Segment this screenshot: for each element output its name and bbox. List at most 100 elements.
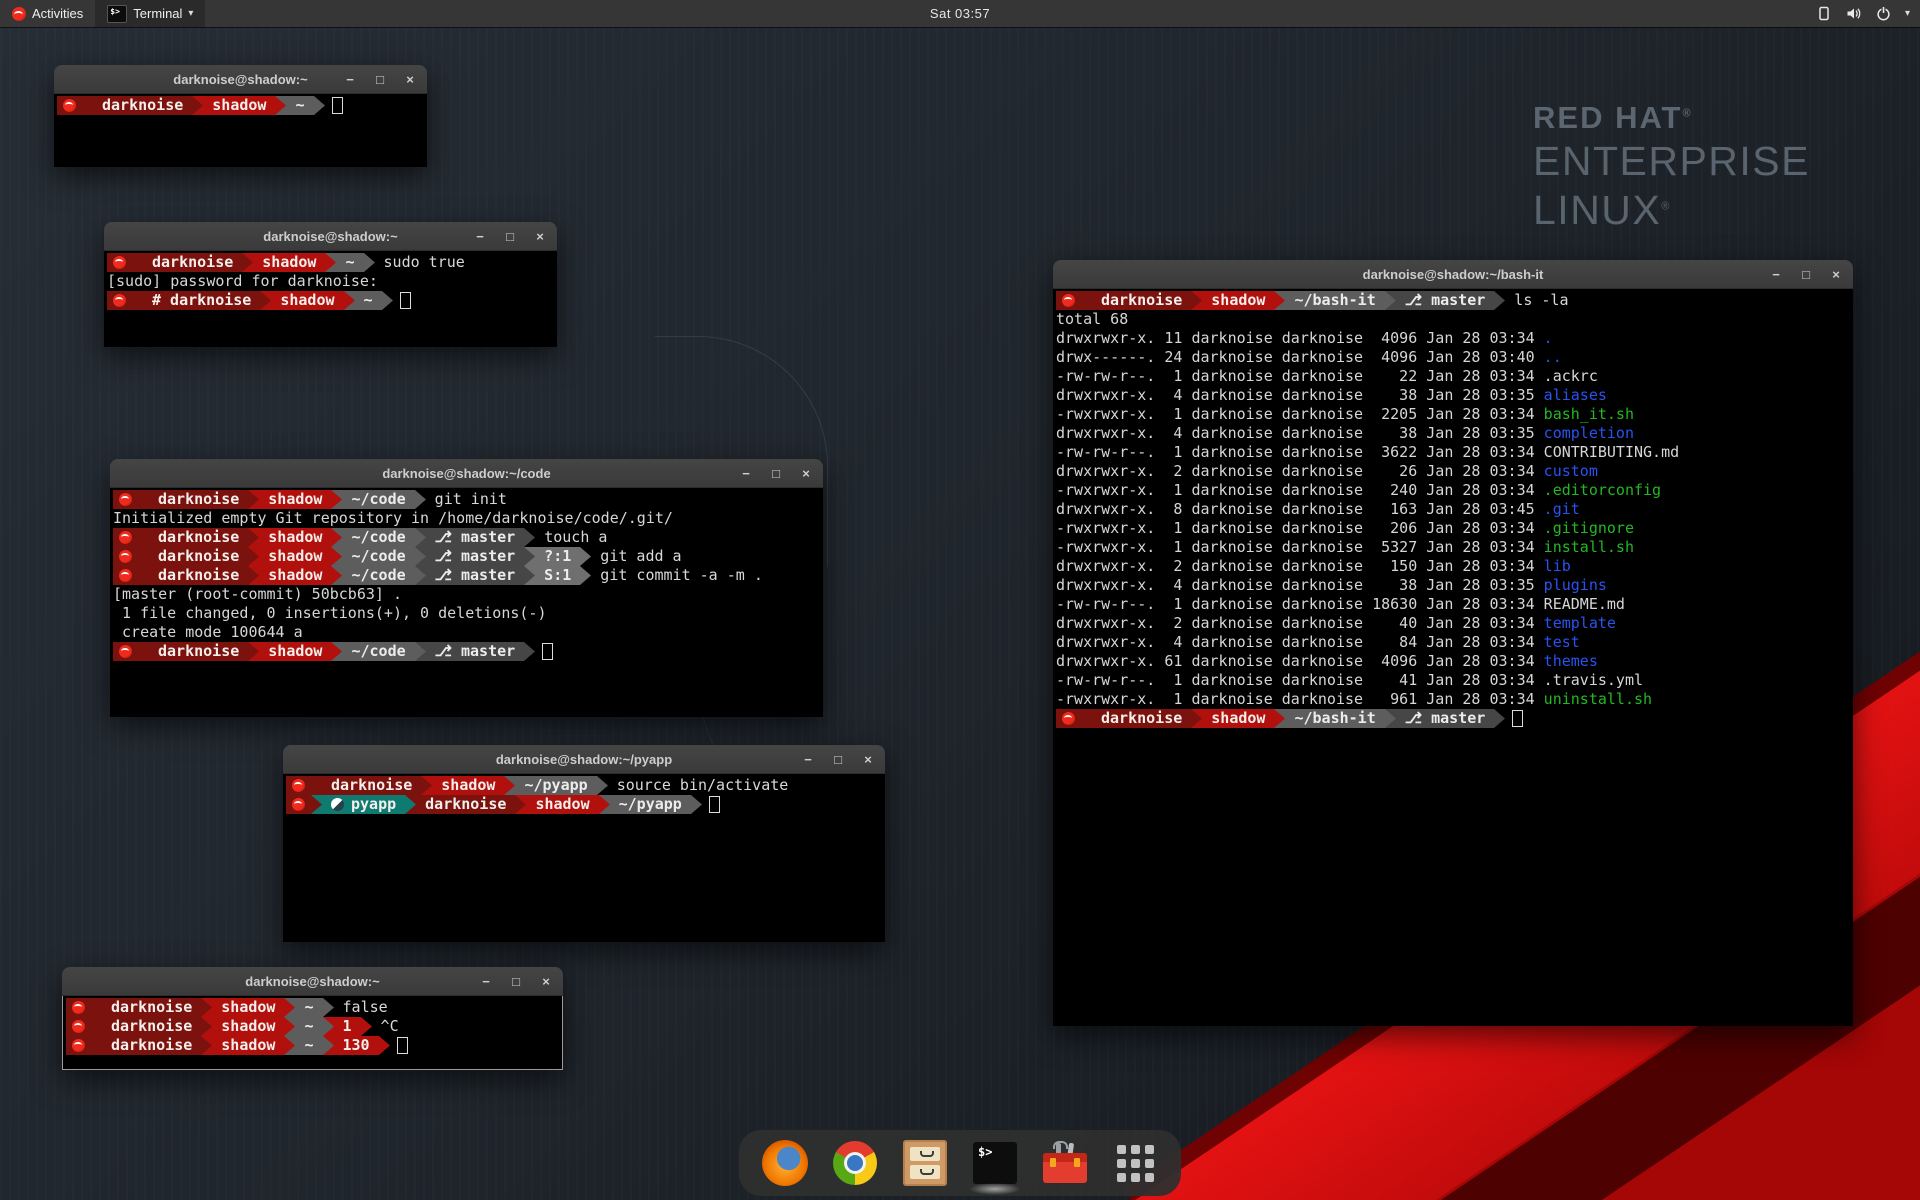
close-button[interactable]: × <box>861 753 875 766</box>
minimize-button[interactable]: − <box>739 467 753 480</box>
maximize-button[interactable]: □ <box>509 975 523 988</box>
powerline-separator <box>382 291 393 310</box>
battery-icon[interactable] <box>1815 5 1832 22</box>
file-name: .editorconfig <box>1544 481 1661 500</box>
powerline-separator <box>311 776 322 795</box>
file-name: .. <box>1544 348 1562 367</box>
terminal-content[interactable]: darknoiseshadow~/code git initInitialize… <box>110 488 823 717</box>
close-button[interactable]: × <box>403 73 417 86</box>
rhel-logo-line2: ENTERPRISE <box>1533 138 1810 185</box>
prompt-segment: darknoise <box>102 998 201 1017</box>
output-text: -rwxrwxr-x. 1 darknoise darknoise 5327 J… <box>1056 538 1544 557</box>
powerline-separator <box>361 1017 372 1036</box>
cursor <box>709 796 720 813</box>
minimize-button[interactable]: − <box>479 975 493 988</box>
terminal-line: pyappdarknoiseshadow~/pyapp <box>286 795 885 814</box>
titlebar[interactable]: darknoise@shadow:~/code − □ × <box>110 459 823 488</box>
prompt-segment: shadow <box>259 490 331 509</box>
prompt-segment: darknoise <box>416 795 515 814</box>
caret-down-icon: ▾ <box>188 8 193 19</box>
maximize-button[interactable]: □ <box>769 467 783 480</box>
minimize-button[interactable]: − <box>1769 268 1783 281</box>
terminal-line: drwxrwxr-x. 4 darknoise darknoise 38 Jan… <box>1056 424 1853 443</box>
dock-item-terminal[interactable]: $> <box>971 1139 1019 1187</box>
terminal-content[interactable]: darknoiseshadow~ sudo true[sudo] passwor… <box>104 251 557 347</box>
dock: $> <box>739 1130 1181 1196</box>
redhat-icon <box>1062 712 1075 725</box>
titlebar[interactable]: darknoise@shadow:~/pyapp − □ × <box>283 745 885 774</box>
output-text: drwxrwxr-x. 2 darknoise darknoise 26 Jan… <box>1056 462 1544 481</box>
dock-item-toolbox[interactable] <box>1041 1139 1089 1187</box>
dock-item-app-grid[interactable] <box>1111 1139 1159 1187</box>
maximize-button[interactable]: □ <box>831 753 845 766</box>
maximize-button[interactable]: □ <box>373 73 387 86</box>
powerline-separator <box>331 566 342 585</box>
minimize-button[interactable]: − <box>473 230 487 243</box>
terminal-line: [sudo] password for darknoise: <box>107 272 557 291</box>
file-name: bash_it.sh <box>1544 405 1634 424</box>
titlebar[interactable]: darknoise@shadow:~ − □ × <box>62 967 563 996</box>
dock-item-chrome[interactable] <box>831 1139 879 1187</box>
powerline-separator <box>415 642 426 661</box>
output-text: drwxrwxr-x. 4 darknoise darknoise 38 Jan… <box>1056 386 1544 405</box>
output-text: -rwxrwxr-x. 1 darknoise darknoise 961 Ja… <box>1056 690 1544 709</box>
redhat-icon <box>119 550 132 563</box>
minimize-button[interactable]: − <box>801 753 815 766</box>
prompt-segment: darknoise <box>93 96 192 115</box>
terminal-content[interactable]: darknoiseshadow~ <box>54 94 427 167</box>
prompt-segment: ~/bash-it <box>1285 709 1384 728</box>
volume-icon[interactable] <box>1845 5 1862 22</box>
prompt-segment: shadow <box>212 998 284 1017</box>
prompt-segment: ~/code <box>342 490 414 509</box>
command-text: ^C <box>372 1017 399 1036</box>
close-button[interactable]: × <box>539 975 553 988</box>
prompt-segment: ?:1 <box>535 547 580 566</box>
minimize-button[interactable]: − <box>343 73 357 86</box>
top-bar: Activities $> Terminal ▾ Sat 03:57 ▾ <box>0 0 1920 27</box>
clock[interactable]: Sat 03:57 <box>930 6 990 21</box>
close-button[interactable]: × <box>799 467 813 480</box>
prompt-segment: ~/code <box>342 642 414 661</box>
close-button[interactable]: × <box>1829 268 1843 281</box>
prompt-segment: # darknoise <box>143 291 260 310</box>
cursor <box>542 643 553 660</box>
redhat-icon <box>292 798 305 811</box>
close-button[interactable]: × <box>533 230 547 243</box>
output-text: -rw-rw-r--. 1 darknoise darknoise 41 Jan… <box>1056 671 1544 690</box>
activities-button[interactable]: Activities <box>0 0 95 27</box>
terminal-content[interactable]: darknoiseshadow~/bash-it⎇ master ls -lat… <box>1053 289 1853 1026</box>
prompt-segment: ~/bash-it <box>1285 291 1384 310</box>
file-name: test <box>1544 633 1580 652</box>
app-menu-terminal[interactable]: $> Terminal ▾ <box>95 0 205 27</box>
dock-item-firefox[interactable] <box>761 1139 809 1187</box>
maximize-button[interactable]: □ <box>1799 268 1813 281</box>
caret-down-icon[interactable]: ▾ <box>1905 8 1910 19</box>
terminal-icon: $> <box>973 1142 1017 1184</box>
prompt-segment <box>113 490 138 509</box>
powerline-separator <box>415 490 426 509</box>
powerline-separator <box>580 547 591 566</box>
output-text: drwx------. 24 darknoise darknoise 4096 … <box>1056 348 1544 367</box>
titlebar[interactable]: darknoise@shadow:~ − □ × <box>104 222 557 251</box>
terminal-line: create mode 100644 a <box>113 623 823 642</box>
terminal-line: darknoiseshadow~ false <box>66 998 562 1017</box>
titlebar[interactable]: darknoise@shadow:~/bash-it − □ × <box>1053 260 1853 289</box>
power-icon[interactable] <box>1875 5 1892 22</box>
prompt-segment: ⎇ master <box>426 547 525 566</box>
terminal-line: -rw-rw-r--. 1 darknoise darknoise 22 Jan… <box>1056 367 1853 386</box>
redhat-icon <box>119 645 132 658</box>
prompt-segment: darknoise <box>102 1036 201 1055</box>
powerline-separator <box>91 998 102 1017</box>
terminal-content[interactable]: darknoiseshadow~ falsedarknoiseshadow~1 … <box>62 996 563 1070</box>
terminal-content[interactable]: darknoiseshadow~/pyapp source bin/activa… <box>283 774 885 942</box>
dock-item-files[interactable] <box>901 1139 949 1187</box>
maximize-button[interactable]: □ <box>503 230 517 243</box>
toolbox-icon <box>1043 1143 1087 1183</box>
output-text: -rwxrwxr-x. 1 darknoise darknoise 240 Ja… <box>1056 481 1544 500</box>
app-grid-icon <box>1117 1145 1154 1182</box>
prompt-segment: ⎇ master <box>426 528 525 547</box>
terminal-line: darknoiseshadow~/code⎇ master?:1 git add… <box>113 547 823 566</box>
powerline-separator <box>379 1036 390 1055</box>
titlebar[interactable]: darknoise@shadow:~ − □ × <box>54 65 427 94</box>
powerline-separator <box>415 566 426 585</box>
